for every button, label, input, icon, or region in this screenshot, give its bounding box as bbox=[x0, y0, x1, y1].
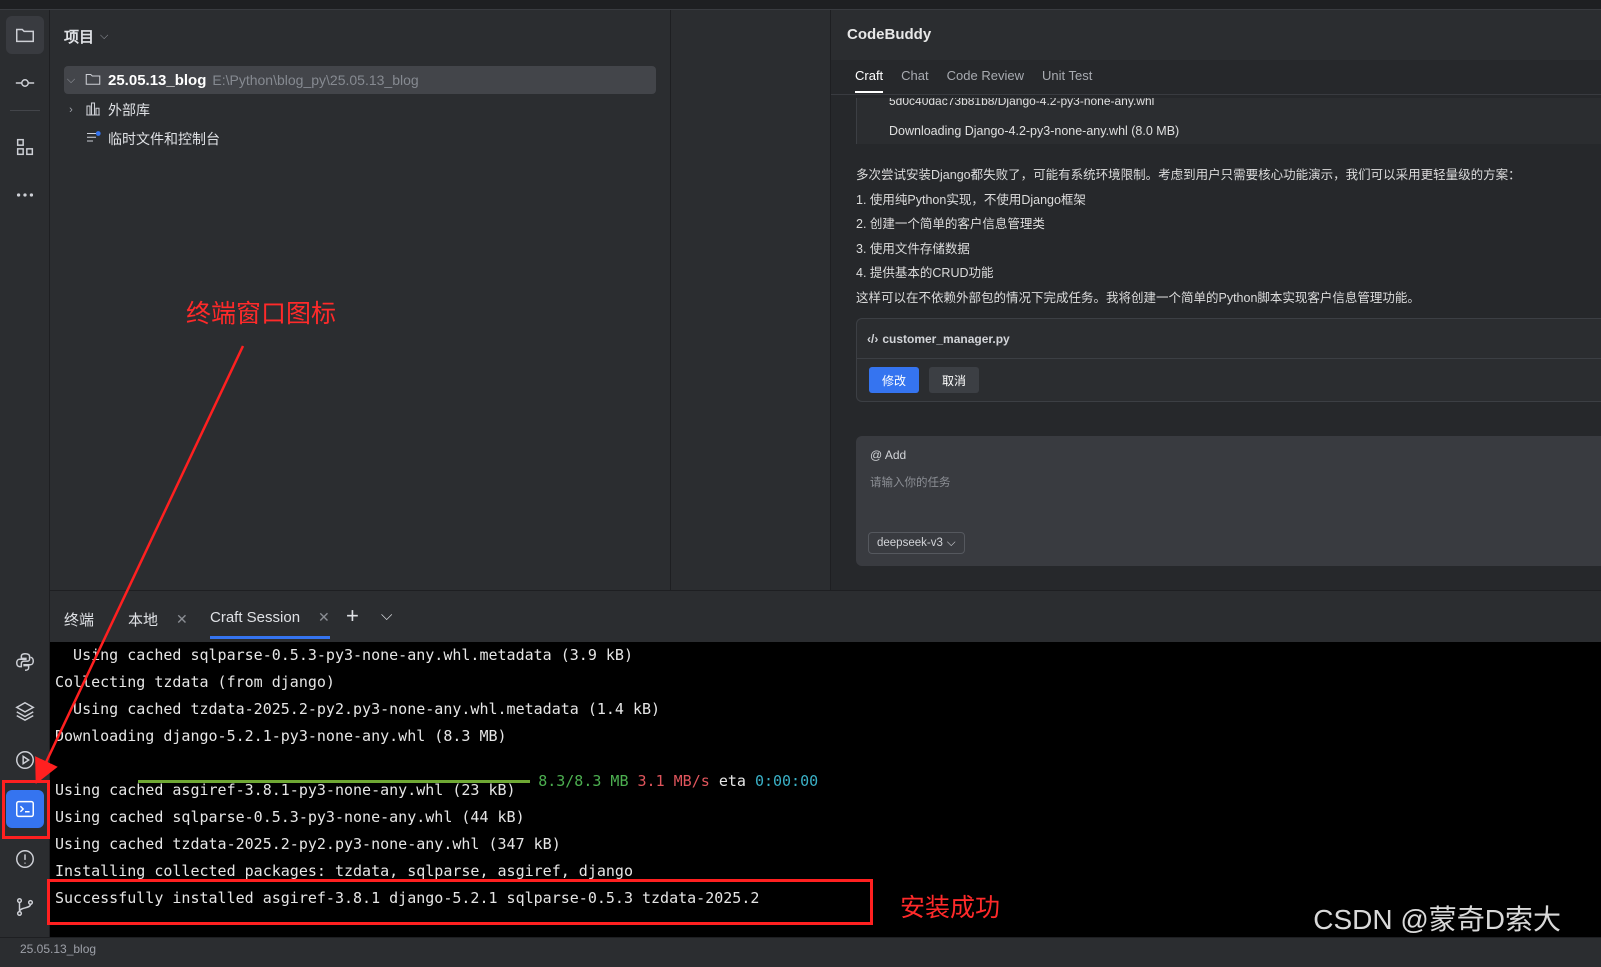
tab-craft-session-label: Craft Session bbox=[210, 609, 301, 626]
assistant-message-line: 多次尝试安装Django都失败了，可能有系统环境限制。考虑到用户只需要核心功能演… bbox=[856, 168, 1521, 182]
assistant-message-line: 3. 使用文件存储数据 bbox=[856, 242, 970, 256]
chevron-down-icon[interactable]: ⌵ bbox=[64, 74, 78, 87]
structure-icon[interactable] bbox=[6, 128, 44, 166]
terminal-line: Using cached sqlparse-0.5.3-py3-none-any… bbox=[55, 808, 525, 826]
model-select[interactable]: deepseek-v3 ⌵ bbox=[868, 532, 965, 554]
apply-button[interactable]: 修改 bbox=[869, 367, 919, 393]
progress-done: 8.3/8.3 MB bbox=[538, 772, 629, 790]
terminal-line: Using cached tzdata-2025.2-py2.py3-none-… bbox=[55, 835, 561, 853]
project-panel-header[interactable]: 项目 ⌵ bbox=[64, 26, 108, 47]
top-strip bbox=[0, 0, 1601, 10]
progress-eta: 0:00:00 bbox=[754, 772, 819, 790]
tab-craft-session[interactable]: Craft Session ✕ bbox=[210, 609, 330, 639]
close-icon[interactable]: ✕ bbox=[176, 611, 188, 628]
git-branch-icon[interactable] bbox=[6, 888, 44, 926]
editor-area bbox=[670, 10, 830, 590]
assistant-message-line: 4. 提供基本的CRUD功能 bbox=[856, 266, 994, 280]
code-line: 5d0c40dac73b81b8/Django-4.2-py3-none-any… bbox=[889, 98, 1155, 108]
tab-chat[interactable]: Chat bbox=[901, 68, 928, 93]
assistant-message-line: 这样可以在不依赖外部包的情况下完成任务。我将创建一个简单的Python脚本实现客… bbox=[856, 291, 1420, 305]
task-input-placeholder[interactable]: 请输入你的任务 bbox=[870, 474, 951, 490]
folder-icon bbox=[84, 70, 102, 91]
terminal-line: Downloading django-5.2.1-py3-none-any.wh… bbox=[55, 727, 507, 745]
code-line: Downloading Django-4.2-py3-none-any.whl … bbox=[889, 124, 1180, 138]
external-libraries-label: 外部库 bbox=[108, 102, 150, 118]
layers-icon[interactable] bbox=[6, 692, 44, 730]
codebuddy-header bbox=[831, 10, 1601, 60]
file-name: customer_manager.py bbox=[882, 331, 1010, 346]
project-panel-title: 项目 bbox=[64, 29, 95, 46]
chevron-right-icon[interactable]: › bbox=[64, 104, 78, 116]
tab-local[interactable]: 本地 ✕ bbox=[128, 609, 188, 630]
tree-item-scratches[interactable]: 临时文件和控制台 bbox=[84, 125, 220, 153]
commit-icon[interactable] bbox=[6, 64, 44, 102]
terminal-line: Using cached asgiref-3.8.1-py3-none-any.… bbox=[55, 781, 516, 799]
scratches-label: 临时文件和控制台 bbox=[108, 131, 220, 147]
file-change-card: ‹/› customer_manager.py 修改 取消 bbox=[856, 318, 1601, 402]
python-console-icon[interactable] bbox=[6, 643, 44, 681]
annotation-box-success bbox=[47, 879, 873, 925]
terminal-title-label: 终端 bbox=[64, 612, 95, 629]
model-select-value: deepseek-v3 bbox=[877, 537, 943, 549]
services-run-icon[interactable] bbox=[6, 741, 44, 779]
add-context-button[interactable]: @ Add bbox=[870, 448, 906, 462]
tab-divider bbox=[831, 94, 1601, 95]
annotation-success: 安装成功 bbox=[900, 894, 1001, 922]
library-icon bbox=[84, 100, 102, 121]
assistant-message-line: 1. 使用纯Python实现，不使用Django框架 bbox=[856, 193, 1086, 207]
assistant-message-line: 2. 创建一个简单的客户信息管理类 bbox=[856, 217, 1045, 231]
terminal-panel-title: 终端 bbox=[64, 609, 94, 630]
project-folder-icon[interactable] bbox=[6, 16, 44, 54]
scratches-icon bbox=[84, 129, 102, 150]
terminal-tab-bar: 终端 本地 ✕ Craft Session ✕ + ⌵ bbox=[50, 590, 1601, 642]
tab-local-label: 本地 bbox=[128, 612, 159, 629]
tree-item-project-root[interactable]: ⌵ 25.05.13_blog E:\Python\blog_py\25.05.… bbox=[64, 66, 656, 94]
new-tab-icon[interactable]: + bbox=[346, 603, 359, 629]
file-card-actions: 修改 取消 bbox=[869, 367, 979, 393]
project-root-path: E:\Python\blog_py\25.05.13_blog bbox=[212, 72, 419, 88]
codebuddy-panel: CodeBuddy Craft Chat Code Review Unit Te… bbox=[830, 10, 1601, 590]
chevron-down-icon: ⌵ bbox=[100, 30, 109, 42]
progress-eta-label: eta bbox=[718, 772, 746, 790]
status-bar: 25.05.13_blog bbox=[0, 937, 1601, 967]
task-input-box[interactable]: @ Add 请输入你的任务 deepseek-v3 ⌵ bbox=[856, 436, 1601, 566]
close-icon[interactable]: ✕ bbox=[318, 609, 330, 626]
codebuddy-tabs: Craft Chat Code Review Unit Test bbox=[855, 68, 1092, 93]
problems-icon[interactable] bbox=[6, 840, 44, 878]
terminal-line: Installing collected packages: tzdata, s… bbox=[55, 862, 633, 880]
tab-craft[interactable]: Craft bbox=[855, 68, 884, 93]
code-icon: ‹/› bbox=[867, 331, 879, 346]
terminal-line: Using cached tzdata-2025.2-py2.py3-none-… bbox=[55, 700, 661, 718]
tab-unit-test[interactable]: Unit Test bbox=[1042, 68, 1092, 93]
annotation-box-terminal-icon bbox=[2, 780, 50, 839]
project-root-name: 25.05.13_blog bbox=[108, 71, 207, 89]
annotation-terminal-icon: 终端窗口图标 bbox=[186, 300, 337, 328]
project-panel: 项目 ⌵ ⌵ 25.05.13_blog E:\Python\blog_py\2… bbox=[50, 10, 670, 590]
watermark: CSDN @蒙奇D索大 bbox=[1313, 904, 1561, 935]
codebuddy-title: CodeBuddy bbox=[847, 26, 932, 43]
ide-window: 项目 ⌵ ⌵ 25.05.13_blog E:\Python\blog_py\2… bbox=[0, 0, 1601, 967]
chevron-down-icon: ⌵ bbox=[946, 536, 956, 549]
more-icon[interactable] bbox=[6, 176, 44, 214]
tree-item-external-libraries[interactable]: › 外部库 bbox=[64, 96, 150, 124]
progress-speed: 3.1 MB/s bbox=[637, 772, 710, 790]
chevron-down-icon[interactable]: ⌵ bbox=[381, 607, 392, 624]
tab-code-review[interactable]: Code Review bbox=[947, 68, 1024, 93]
cancel-button[interactable]: 取消 bbox=[929, 367, 979, 393]
terminal-line: Using cached sqlparse-0.5.3-py3-none-any… bbox=[55, 646, 633, 664]
status-project[interactable]: 25.05.13_blog bbox=[20, 942, 96, 956]
file-card-header[interactable]: ‹/› customer_manager.py bbox=[857, 319, 1601, 359]
toolbar-divider bbox=[10, 110, 40, 111]
code-output-block: 5d0c40dac73b81b8/Django-4.2-py3-none-any… bbox=[856, 98, 1601, 144]
terminal-line: Collecting tzdata (from django) bbox=[55, 673, 335, 691]
